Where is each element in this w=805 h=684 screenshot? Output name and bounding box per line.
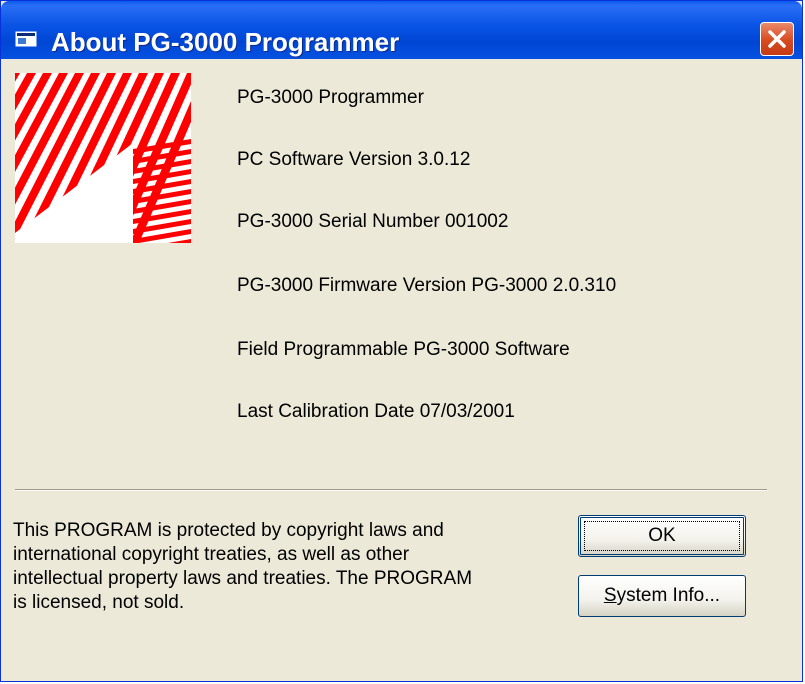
title-bar[interactable]: About PG-3000 Programmer <box>1 1 802 59</box>
copyright-notice: This PROGRAM is protected by copyright l… <box>13 519 553 615</box>
firmware-version: PG-3000 Firmware Version PG-3000 2.0.310 <box>237 275 617 296</box>
close-button[interactable] <box>760 22 794 56</box>
focus-rectangle <box>584 521 740 551</box>
ok-button[interactable]: OK <box>578 515 746 557</box>
copyright-line: This PROGRAM is protected by copyright l… <box>13 520 444 541</box>
calibration-date: Last Calibration Date 07/03/2001 <box>237 401 515 422</box>
copyright-line: intellectual property laws and treaties.… <box>13 568 473 589</box>
field-programmable-label: Field Programmable PG-3000 Software <box>237 339 570 360</box>
striped-logo-icon <box>15 73 191 243</box>
copyright-line: international copyright treaties, as wel… <box>13 544 410 565</box>
separator-line <box>15 489 767 491</box>
system-info-button[interactable]: System Info... <box>578 575 746 617</box>
close-x-icon <box>768 30 786 48</box>
software-version: PC Software Version 3.0.12 <box>237 149 471 170</box>
product-name: PG-3000 Programmer <box>237 87 424 108</box>
about-dialog: About PG-3000 Programmer PG-3000 Program… <box>0 0 803 682</box>
system-info-label: System Info... <box>603 585 721 606</box>
window-title: About PG-3000 Programmer <box>51 27 400 57</box>
company-logo <box>15 73 191 243</box>
window-icon <box>15 31 37 47</box>
dialog-client-area: PG-3000 Programmer PC Software Version 3… <box>7 59 796 675</box>
copyright-line: is licensed, not sold. <box>13 592 185 613</box>
serial-number: PG-3000 Serial Number 001002 <box>237 211 509 232</box>
